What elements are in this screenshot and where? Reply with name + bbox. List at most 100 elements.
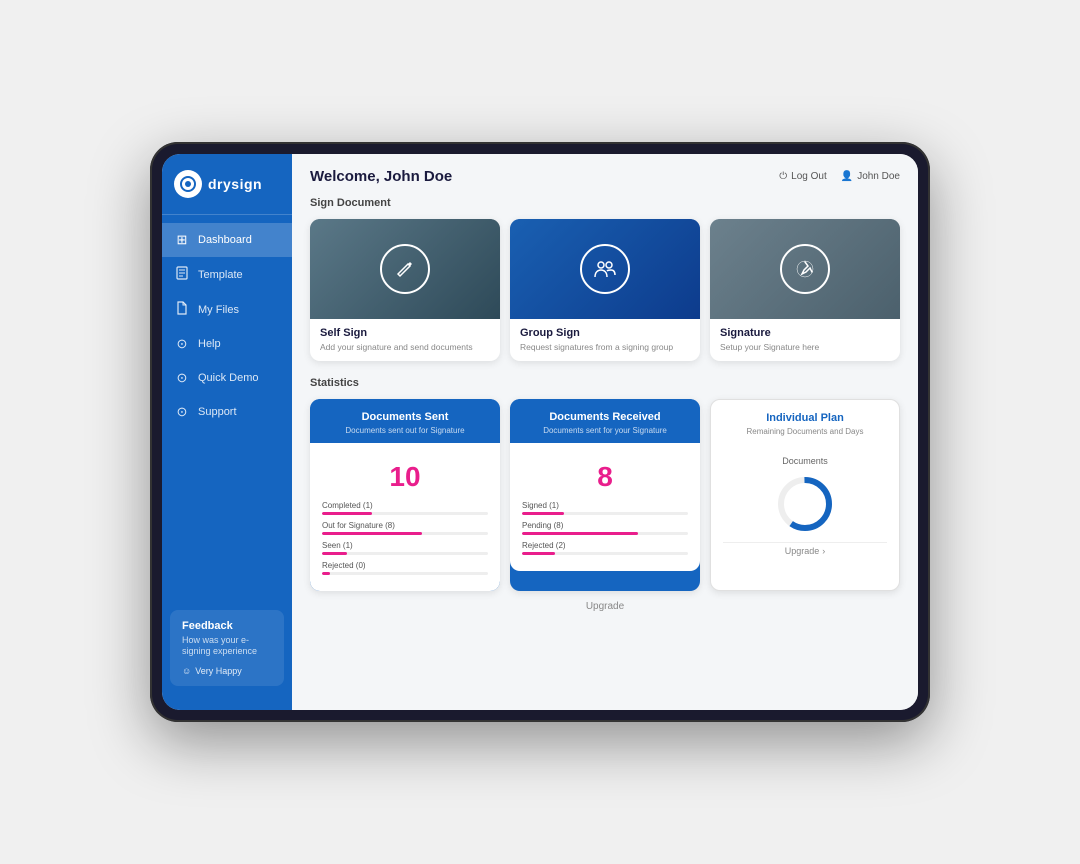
docs-sent-row-2: Seen (1): [322, 541, 488, 555]
upgrade-arrow-icon: ›: [822, 546, 825, 556]
sidebar: drysign ⊞ Dashboard Template My Fil: [162, 154, 292, 710]
quickdemo-icon: ⊙: [174, 370, 190, 386]
docs-received-title: Documents Received: [522, 411, 688, 423]
sidebar-item-template-label: Template: [198, 269, 243, 281]
plan-donut-chart: [775, 474, 835, 534]
docs-sent-label-1: Out for Signature (8): [322, 521, 488, 530]
smiley-icon: ☺: [182, 666, 191, 676]
sidebar-item-quickdemo[interactable]: ⊙ Quick Demo: [162, 361, 292, 395]
docs-sent-number: 10: [322, 461, 488, 493]
docs-sent-body: 10 Completed (1) Out for Signature (8) S…: [310, 443, 500, 591]
docs-sent-card: Documents Sent Documents sent out for Si…: [310, 399, 500, 591]
individual-plan-body: Documents Upgrade ›: [711, 444, 899, 571]
sidebar-logo: drysign: [162, 170, 292, 215]
group-sign-card[interactable]: Group Sign Request signatures from a sig…: [510, 219, 700, 361]
sidebar-item-template[interactable]: Template: [162, 257, 292, 292]
sign-cards: Self Sign Add your signature and send do…: [310, 219, 900, 361]
sidebar-item-quickdemo-label: Quick Demo: [198, 372, 259, 384]
feedback-option[interactable]: ☺ Very Happy: [182, 666, 272, 676]
help-icon: ⊙: [174, 336, 190, 352]
docs-sent-subtitle: Documents sent out for Signature: [322, 426, 488, 435]
docs-received-bar-1: [522, 532, 688, 535]
template-icon: [174, 266, 190, 283]
docs-sent-title: Documents Sent: [322, 411, 488, 423]
group-sign-desc: Request signatures from a signing group: [520, 342, 690, 353]
sidebar-item-help[interactable]: ⊙ Help: [162, 327, 292, 361]
docs-received-number: 8: [522, 461, 688, 493]
group-sign-title: Group Sign: [520, 327, 690, 339]
docs-sent-label-2: Seen (1): [322, 541, 488, 550]
self-sign-image: [310, 219, 500, 319]
docs-received-label-2: Rejected (2): [522, 541, 688, 550]
docs-received-card: Documents Received Documents sent for yo…: [510, 399, 700, 591]
stats-grid: Documents Sent Documents sent out for Si…: [310, 399, 900, 591]
plan-label: Documents: [723, 456, 887, 466]
signature-desc: Setup your Signature here: [720, 342, 890, 353]
docs-received-subtitle: Documents sent for your Signature: [522, 426, 688, 435]
docs-received-body: 8 Signed (1) Pending (8) Rejected (2): [510, 443, 700, 571]
individual-plan-header: Individual Plan Remaining Documents and …: [711, 400, 899, 444]
docs-received-header: Documents Received Documents sent for yo…: [510, 399, 700, 443]
individual-plan-card: Individual Plan Remaining Documents and …: [710, 399, 900, 591]
feedback-subtitle: How was your e-signing experience: [182, 635, 272, 658]
group-sign-card-body: Group Sign Request signatures from a sig…: [510, 319, 700, 361]
sidebar-item-dashboard[interactable]: ⊞ Dashboard: [162, 223, 292, 257]
docs-sent-row-0: Completed (1): [322, 501, 488, 515]
sidebar-footer: Feedback How was your e-signing experien…: [170, 610, 284, 686]
sidebar-item-dashboard-label: Dashboard: [198, 234, 252, 246]
logout-icon: ⏻: [779, 171, 787, 182]
docs-sent-row-1: Out for Signature (8): [322, 521, 488, 535]
tablet-wrapper: drysign ⊞ Dashboard Template My Fil: [150, 142, 930, 722]
docs-sent-bar-1: [322, 532, 488, 535]
sidebar-item-support-label: Support: [198, 406, 237, 418]
self-sign-title: Self Sign: [320, 327, 490, 339]
logo-text: drysign: [208, 176, 262, 192]
sidebar-item-myfiles-label: My Files: [198, 304, 239, 316]
docs-sent-row-3: Rejected (0): [322, 561, 488, 575]
upgrade-label: Upgrade: [586, 601, 624, 612]
sidebar-item-myfiles[interactable]: My Files: [162, 292, 292, 327]
signature-card[interactable]: Signature Setup your Signature here: [710, 219, 900, 361]
docs-sent-bar-3: [322, 572, 488, 575]
docs-sent-bar-0: [322, 512, 488, 515]
group-sign-image: [510, 219, 700, 319]
header-actions: ⏻ Log Out 👤 John Doe: [779, 171, 900, 182]
sidebar-item-support[interactable]: ⊙ Support: [162, 395, 292, 429]
sign-document-section-title: Sign Document: [310, 197, 900, 209]
docs-sent-label-0: Completed (1): [322, 501, 488, 510]
upgrade-button[interactable]: Upgrade ›: [723, 542, 887, 559]
signature-image: [710, 219, 900, 319]
individual-plan-title: Individual Plan: [723, 412, 887, 424]
docs-received-bar-2: [522, 552, 688, 555]
self-sign-card[interactable]: Self Sign Add your signature and send do…: [310, 219, 500, 361]
dashboard-icon: ⊞: [174, 232, 190, 248]
user-icon: 👤: [841, 171, 853, 182]
individual-plan-subtitle: Remaining Documents and Days: [723, 427, 887, 436]
signature-title: Signature: [720, 327, 890, 339]
docs-sent-label-3: Rejected (0): [322, 561, 488, 570]
docs-received-row-1: Pending (8): [522, 521, 688, 535]
statistics-section-title: Statistics: [310, 377, 900, 389]
logo-icon: [174, 170, 202, 198]
docs-received-row-2: Rejected (2): [522, 541, 688, 555]
tablet-screen: drysign ⊞ Dashboard Template My Fil: [162, 154, 918, 710]
self-sign-desc: Add your signature and send documents: [320, 342, 490, 353]
tablet-frame: drysign ⊞ Dashboard Template My Fil: [150, 142, 930, 722]
docs-received-label-1: Pending (8): [522, 521, 688, 530]
group-sign-circle-icon: [580, 244, 630, 294]
header: Welcome, John Doe ⏻ Log Out 👤 John Doe: [310, 168, 900, 185]
signature-circle-icon: [780, 244, 830, 294]
feedback-title: Feedback: [182, 620, 272, 632]
logout-button[interactable]: ⏻ Log Out: [779, 171, 827, 182]
docs-received-row-0: Signed (1): [522, 501, 688, 515]
self-sign-card-body: Self Sign Add your signature and send do…: [310, 319, 500, 361]
docs-received-label-0: Signed (1): [522, 501, 688, 510]
sidebar-item-help-label: Help: [198, 338, 221, 350]
support-icon: ⊙: [174, 404, 190, 420]
docs-sent-header: Documents Sent Documents sent out for Si…: [310, 399, 500, 443]
welcome-title: Welcome, John Doe: [310, 168, 452, 185]
main-content: Welcome, John Doe ⏻ Log Out 👤 John Doe S…: [292, 154, 918, 710]
user-info: 👤 John Doe: [841, 171, 900, 182]
signature-card-body: Signature Setup your Signature here: [710, 319, 900, 361]
docs-sent-bar-2: [322, 552, 488, 555]
